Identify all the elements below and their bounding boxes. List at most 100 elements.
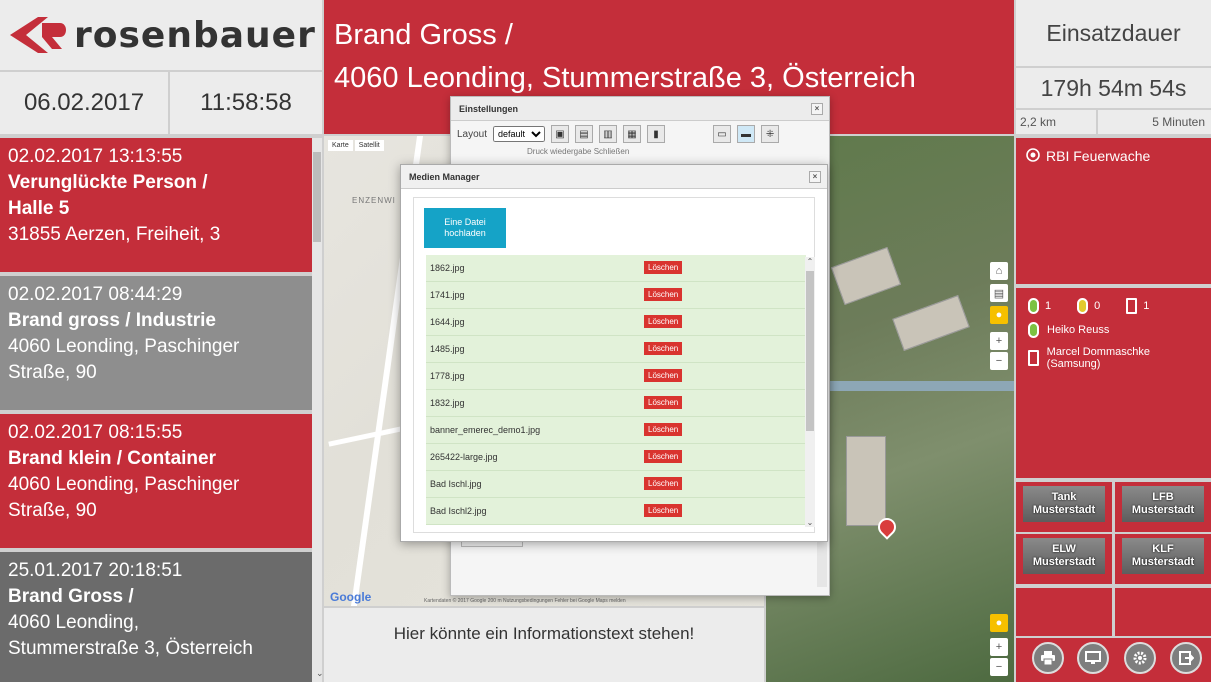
monitor-icon[interactable]: ▭ xyxy=(713,125,732,143)
delete-button[interactable]: Löschen xyxy=(644,315,683,328)
count-unavailable: 1 xyxy=(1126,298,1149,314)
event-item[interactable]: 02.02.2017 13:13:55 Verunglückte Person … xyxy=(0,138,312,272)
print-icon xyxy=(1041,651,1055,666)
delete-button[interactable]: Löschen xyxy=(644,396,683,409)
event-item[interactable]: 25.01.2017 20:18:51 Brand Gross / 4060 L… xyxy=(0,552,312,682)
file-row: Bad Ischl.jpg Löschen xyxy=(426,471,806,498)
fullscreen-icon[interactable]: ⁜ xyxy=(761,125,780,143)
zoom-out-button[interactable]: − xyxy=(990,352,1008,370)
save-as-icon[interactable]: ▥ xyxy=(599,125,618,143)
layout-select[interactable]: default xyxy=(493,126,546,142)
file-name: 1832.jpg xyxy=(430,398,465,408)
close-icon[interactable]: × xyxy=(811,103,823,115)
pegman-icon[interactable]: ● xyxy=(990,614,1008,632)
available-icon xyxy=(1028,322,1039,338)
zoom-in-button[interactable]: + xyxy=(990,332,1008,350)
vehicle-lfb[interactable]: LFB Musterstadt xyxy=(1115,482,1211,532)
vehicle-image: LFB Musterstadt xyxy=(1122,486,1204,522)
count-pending: 0 xyxy=(1077,298,1100,314)
map-home-button[interactable]: ⌂ xyxy=(990,262,1008,280)
map-tab[interactable]: Karte xyxy=(328,140,353,151)
event-item[interactable]: 02.02.2017 08:44:29 Brand gross / Indust… xyxy=(0,276,312,410)
unavailable-icon xyxy=(1028,350,1039,366)
delete-icon[interactable]: ▮ xyxy=(647,125,666,143)
new-layout-icon[interactable]: ▣ xyxy=(551,125,570,143)
rosenbauer-logo-icon xyxy=(10,17,66,53)
vehicle-name: KLF xyxy=(1152,543,1174,555)
map-car-button[interactable]: ▤ xyxy=(990,284,1008,302)
duration-title: Einsatzdauer xyxy=(1016,0,1211,66)
event-datetime: 02.02.2017 08:15:55 xyxy=(8,422,183,443)
delete-button[interactable]: Löschen xyxy=(644,288,683,301)
close-icon[interactable]: × xyxy=(809,171,821,183)
eta: 5 Minuten xyxy=(1098,110,1211,134)
settings-scrollbar[interactable] xyxy=(817,537,827,587)
crew-member-name: Marcel Dommaschke (Samsung) xyxy=(1046,346,1150,370)
file-list-scrollbar[interactable]: ⌃ ⌄ xyxy=(805,257,815,527)
save-icon[interactable]: ▤ xyxy=(575,125,594,143)
current-time: 11:58:58 xyxy=(170,72,322,134)
settings-hidden-text: Druck wiedergabe Schließen xyxy=(527,147,630,156)
file-list: 1862.jpg Löschen 1741.jpg Löschen 1644.jpg… xyxy=(426,255,806,529)
event-item[interactable]: 02.02.2017 08:15:55 Brand klein / Contai… xyxy=(0,414,312,548)
folder-icon[interactable]: ▬ xyxy=(737,125,756,143)
vehicle-name: LFB xyxy=(1152,491,1174,503)
event-address: 31855 Aerzen, Freiheit, 3 xyxy=(8,224,221,245)
scrollbar-thumb[interactable] xyxy=(313,152,321,242)
monitor-button[interactable] xyxy=(1077,642,1109,674)
file-name: 1741.jpg xyxy=(430,290,465,300)
settings-button[interactable] xyxy=(1124,642,1156,674)
count-unavailable-value: 1 xyxy=(1143,300,1150,312)
logout-button[interactable] xyxy=(1170,642,1202,674)
event-list-scrollbar[interactable] xyxy=(312,138,322,682)
map-tab[interactable]: Satellit xyxy=(354,140,384,151)
event-address: 4060 Leonding, Paschinger xyxy=(8,336,240,357)
chevron-down-icon[interactable]: ⌄ xyxy=(316,668,324,679)
station-panel: RBI Feuerwache xyxy=(1016,138,1211,284)
delete-button[interactable]: Löschen xyxy=(644,342,683,355)
event-address: Straße, 90 xyxy=(8,500,97,521)
upload-button[interactable]: Eine Datei hochladen xyxy=(424,208,506,248)
event-datetime: 25.01.2017 20:18:51 xyxy=(8,560,183,581)
pending-icon xyxy=(1077,298,1089,314)
station-label: RBI Feuerwache xyxy=(1046,148,1151,164)
event-address: 4060 Leonding, xyxy=(8,612,140,633)
file-name: 1644.jpg xyxy=(430,317,465,327)
file-row: 265422-large.jpg Löschen xyxy=(426,444,806,471)
print-button[interactable] xyxy=(1032,642,1064,674)
file-name: 1778.jpg xyxy=(430,371,465,381)
delete-button[interactable]: Löschen xyxy=(644,369,683,382)
copy-icon[interactable]: ▦ xyxy=(623,125,642,143)
google-logo: Google xyxy=(330,590,372,604)
gear-icon xyxy=(1133,651,1147,665)
event-title: Brand Gross / xyxy=(8,586,134,607)
vehicle-slot-empty xyxy=(1115,588,1211,636)
delete-button[interactable]: Löschen xyxy=(644,450,683,463)
chevron-down-icon[interactable]: ⌄ xyxy=(805,518,815,527)
event-address: 4060 Leonding, Paschinger xyxy=(8,474,240,495)
delete-button[interactable]: Löschen xyxy=(644,423,683,436)
chevron-up-icon[interactable]: ⌃ xyxy=(805,257,815,266)
available-icon xyxy=(1028,298,1039,314)
vehicle-name: Tank xyxy=(1051,491,1077,503)
incident-address: 4060 Leonding, Stummerstraße 3, Österrei… xyxy=(334,62,916,94)
media-manager-dialog: Medien Manager × Eine Datei hochladen 18… xyxy=(400,164,828,542)
duration-value: 179h 54m 54s xyxy=(1016,68,1211,108)
pegman-icon[interactable]: ● xyxy=(990,306,1008,324)
delete-button[interactable]: Löschen xyxy=(644,504,683,517)
zoom-out-button[interactable]: − xyxy=(990,658,1008,676)
vehicle-tank[interactable]: Tank Musterstadt xyxy=(1016,482,1112,532)
map-building xyxy=(892,295,970,351)
count-available-value: 1 xyxy=(1045,300,1052,312)
map-building xyxy=(830,246,902,306)
zoom-in-button[interactable]: + xyxy=(990,638,1008,656)
crew-member-name: Heiko Reuss xyxy=(1047,324,1110,336)
settings-titlebar: Einstellungen × xyxy=(451,97,829,121)
vehicle-elw[interactable]: ELW Musterstadt xyxy=(1016,534,1112,584)
delete-button[interactable]: Löschen xyxy=(644,261,683,274)
scrollbar-thumb[interactable] xyxy=(806,271,814,431)
vehicle-klf[interactable]: KLF Musterstadt xyxy=(1115,534,1211,584)
delete-button[interactable]: Löschen xyxy=(644,477,683,490)
vehicle-location: Musterstadt xyxy=(1131,504,1195,516)
file-name: Bad Ischl2.jpg xyxy=(430,506,487,516)
